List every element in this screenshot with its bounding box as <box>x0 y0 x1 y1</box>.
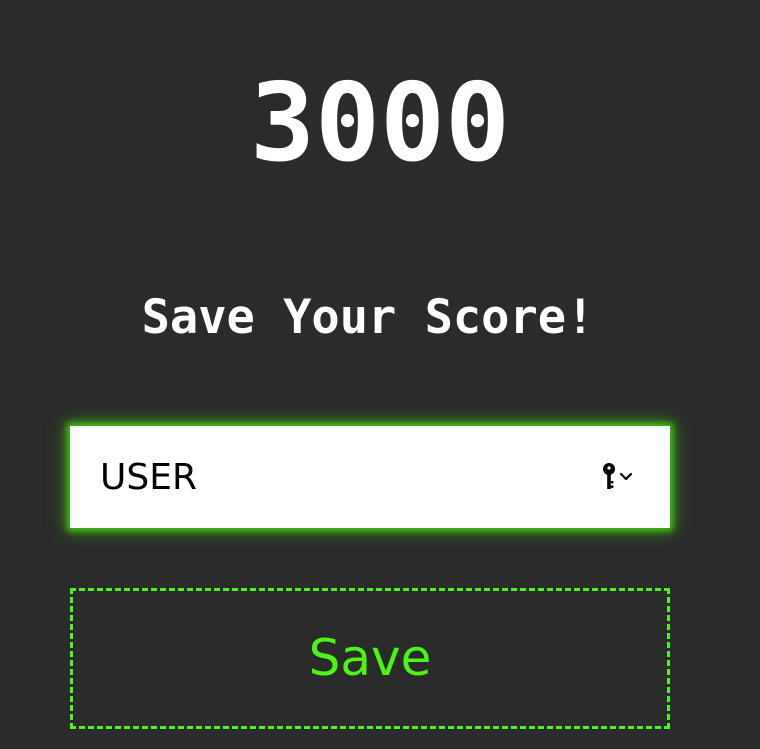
key-icon <box>603 463 633 489</box>
chevron-down-icon <box>619 472 633 481</box>
score-screen: { "score": { "value": "3000" }, "heading… <box>0 0 760 749</box>
username-input[interactable] <box>70 426 590 528</box>
save-button[interactable]: Save <box>70 588 670 729</box>
score-value: 3000 <box>249 61 511 186</box>
save-score-heading: Save Your Score! <box>141 290 595 345</box>
password-autofill-button[interactable] <box>600 462 640 492</box>
username-field <box>70 426 670 528</box>
